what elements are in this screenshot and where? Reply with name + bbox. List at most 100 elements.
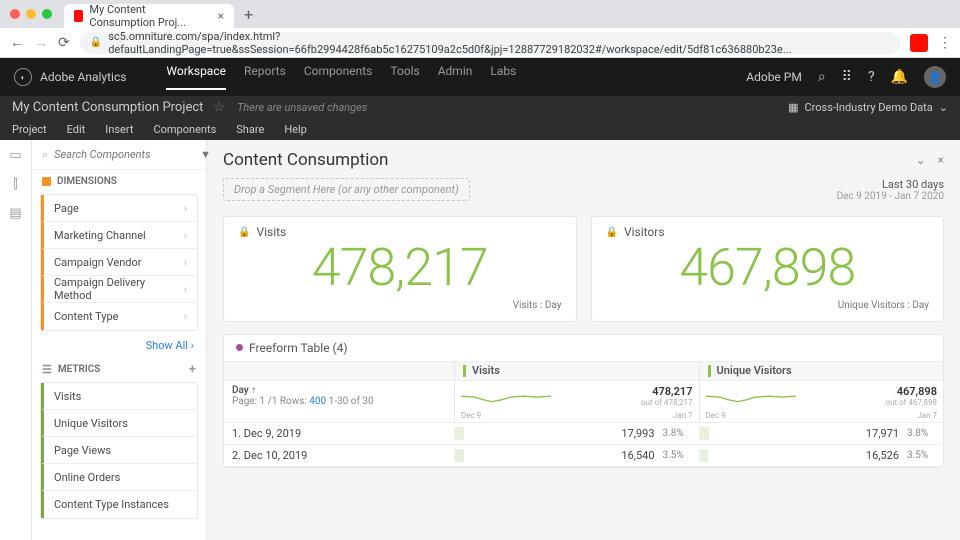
- nav-reports[interactable]: Reports: [244, 64, 286, 90]
- metric-item[interactable]: Unique Visitors: [41, 410, 197, 437]
- panel-header: Content Consumption ⌄ ×: [223, 150, 944, 170]
- visualizations-icon[interactable]: ⫿: [13, 177, 17, 192]
- report-suite-selector[interactable]: ▦ Cross-Industry Demo Data ⌄: [788, 101, 948, 114]
- browser-menu-icon[interactable]: ⋮: [938, 35, 950, 51]
- app-brand-label: Adobe Analytics: [40, 70, 126, 84]
- nav-tools[interactable]: Tools: [390, 64, 419, 90]
- card-subtitle: Unique Visitors : Day: [606, 300, 930, 311]
- browser-toolbar: ← → ⟳ 🔒 sc5.omniture.com/spa/index.html?…: [0, 28, 960, 58]
- table-column-headers: Visits Unique Visitors: [224, 361, 943, 381]
- favorite-icon[interactable]: ☆: [213, 100, 225, 115]
- close-icon[interactable]: ×: [938, 153, 944, 167]
- reload-button[interactable]: ⟳: [58, 35, 70, 51]
- new-tab-button[interactable]: +: [244, 5, 253, 24]
- column-header-visits[interactable]: Visits: [454, 362, 699, 380]
- forward-button[interactable]: →: [34, 34, 48, 51]
- search-input[interactable]: [54, 148, 194, 161]
- metric-item[interactable]: Online Orders: [41, 464, 197, 491]
- metric-marker-icon: [463, 365, 466, 377]
- nav-workspace[interactable]: Workspace: [166, 64, 226, 90]
- dimension-item[interactable]: Campaign Delivery Method›: [41, 276, 197, 303]
- tab-favicon: [74, 10, 83, 22]
- chevron-right-icon: ›: [184, 256, 187, 269]
- browser-tab-strip: My Content Consumption Proj... × +: [0, 0, 960, 28]
- menu-project[interactable]: Project: [12, 123, 47, 136]
- row-label: 1. Dec 9, 2019: [224, 427, 454, 440]
- freeform-header: Freeform Table (4): [224, 335, 943, 361]
- cell-value: 17,9933.8%: [454, 427, 699, 440]
- dimension-item[interactable]: Campaign Vendor›: [41, 249, 197, 276]
- date-range-picker[interactable]: Last 30 days Dec 9 2019 - Jan 7 2020: [837, 178, 944, 202]
- user-avatar[interactable]: 👤: [924, 66, 946, 88]
- help-icon[interactable]: ?: [868, 69, 875, 85]
- dimensions-header: DIMENSIONS: [32, 170, 206, 192]
- chevron-right-icon: ›: [184, 202, 187, 215]
- app-topbar: ◐ Adobe Analytics Workspace Reports Comp…: [0, 58, 960, 96]
- metric-item[interactable]: Visits: [41, 383, 197, 410]
- card-value: 478,217: [238, 241, 562, 296]
- back-button[interactable]: ←: [10, 34, 24, 51]
- tab-close-icon[interactable]: ×: [218, 9, 224, 23]
- summary-card-visits[interactable]: 🔒Visits 478,217 Visits : Day: [223, 216, 577, 322]
- date-range-label: Last 30 days: [837, 178, 944, 191]
- panel-title: Content Consumption: [223, 150, 388, 170]
- sparkline-visitors: 467,898 out of 467,898 Dec 9Jan 7: [699, 381, 944, 422]
- add-metric-icon[interactable]: +: [189, 362, 196, 377]
- minimize-window-icon[interactable]: [26, 9, 36, 19]
- project-bar: My Content Consumption Project ☆ There a…: [0, 96, 960, 118]
- browser-tab[interactable]: My Content Consumption Proj... ×: [64, 4, 234, 28]
- address-bar[interactable]: 🔒 sc5.omniture.com/spa/index.html?defaul…: [80, 32, 900, 54]
- dimension-item[interactable]: Page›: [41, 195, 197, 222]
- menu-components[interactable]: Components: [153, 123, 216, 136]
- project-title: My Content Consumption Project: [12, 100, 203, 115]
- collapse-icon[interactable]: ⌄: [916, 153, 926, 167]
- menu-insert[interactable]: Insert: [105, 123, 133, 136]
- unsaved-indicator: There are unsaved changes: [237, 101, 367, 114]
- metric-item[interactable]: Page Views: [41, 437, 197, 464]
- app-nav: Workspace Reports Components Tools Admin…: [166, 64, 516, 90]
- menu-edit[interactable]: Edit: [67, 123, 86, 136]
- dimensions-label: DIMENSIONS: [57, 176, 117, 187]
- app-logo-icon: ◐: [14, 68, 32, 86]
- close-window-icon[interactable]: [10, 9, 20, 19]
- report-suite-icon: ▦: [788, 101, 798, 114]
- metrics-header: ☰ METRICS +: [32, 358, 206, 380]
- show-all-link[interactable]: Show All ›: [32, 333, 206, 358]
- maximize-window-icon[interactable]: [42, 9, 52, 19]
- extension-icon[interactable]: [910, 34, 928, 52]
- nav-components[interactable]: Components: [304, 64, 373, 90]
- segment-dropzone[interactable]: Drop a Segment Here (or any other compon…: [223, 178, 470, 201]
- search-icon[interactable]: ⌕: [818, 69, 826, 85]
- lock-icon: 🔒: [90, 37, 102, 48]
- cell-value: 16,5403.5%: [454, 449, 699, 462]
- sparkline-icon: [706, 389, 796, 407]
- sparkline-icon: [461, 389, 551, 407]
- summary-card-visitors[interactable]: 🔒Visitors 467,898 Unique Visitors : Day: [591, 216, 945, 322]
- components-panel: ⌕ ▼ DIMENSIONS Page› Marketing Channel› …: [32, 140, 207, 540]
- nav-labs[interactable]: Labs: [490, 64, 516, 90]
- freeform-table[interactable]: Freeform Table (4) Visits Unique Visitor…: [223, 334, 944, 468]
- nav-admin[interactable]: Admin: [438, 64, 473, 90]
- panels-icon[interactable]: ▭: [9, 148, 21, 163]
- card-subtitle: Visits : Day: [238, 300, 562, 311]
- dimension-item[interactable]: Content Type›: [41, 303, 197, 330]
- account-name[interactable]: Adobe PM: [746, 70, 802, 84]
- component-search: ⌕ ▼: [32, 140, 206, 170]
- notifications-icon[interactable]: 🔔: [891, 69, 908, 85]
- metric-item[interactable]: Content Type Instances: [41, 491, 197, 518]
- metric-icon: ☰: [42, 363, 52, 376]
- cell-value: 16,5263.5%: [699, 449, 944, 462]
- dimension-item[interactable]: Marketing Channel›: [41, 222, 197, 249]
- menu-share[interactable]: Share: [236, 123, 264, 136]
- components-icon[interactable]: ▤: [9, 206, 21, 221]
- apps-icon[interactable]: ⠿: [842, 69, 852, 85]
- tab-title: My Content Consumption Proj...: [89, 3, 211, 29]
- cell-value: 17,9713.8%: [699, 427, 944, 440]
- table-row[interactable]: 1. Dec 9, 201917,9933.8%17,9713.8%: [224, 423, 943, 445]
- menu-help[interactable]: Help: [284, 123, 307, 136]
- card-title: Visitors: [624, 225, 665, 239]
- metrics-list: Visits Unique Visitors Page Views Online…: [40, 382, 198, 519]
- table-row[interactable]: 2. Dec 10, 201916,5403.5%16,5263.5%: [224, 445, 943, 467]
- metric-marker-icon: [708, 365, 711, 377]
- column-header-unique-visitors[interactable]: Unique Visitors: [699, 362, 944, 380]
